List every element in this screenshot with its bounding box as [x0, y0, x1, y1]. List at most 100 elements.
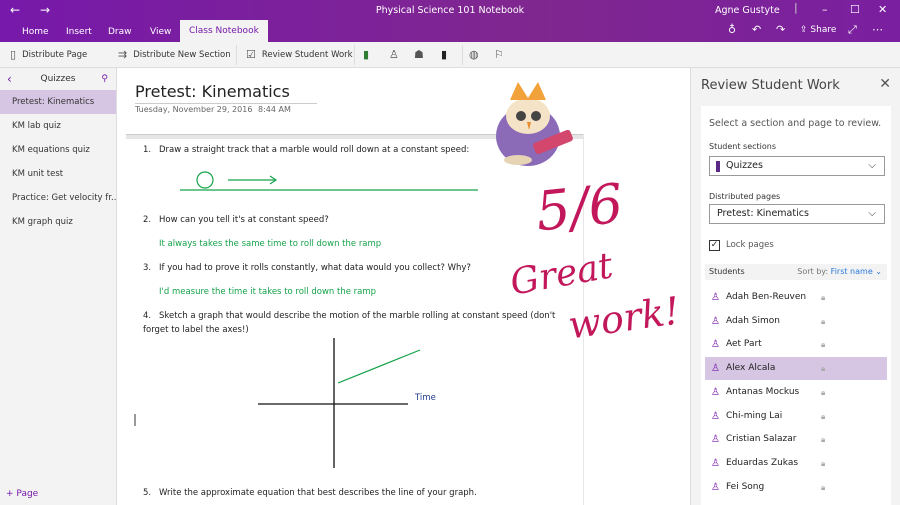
globe-button[interactable]: ◍: [469, 48, 479, 61]
search-icon[interactable]: ⚲: [101, 68, 108, 90]
label: Distribute New Section: [133, 49, 231, 60]
student-item[interactable]: ♙ Fei Song 🔒︎: [705, 476, 887, 499]
student-item[interactable]: ♙ Eduardas Zukas 🔒︎: [705, 452, 887, 475]
pane-title: Review Student Work: [701, 78, 840, 93]
sort-dropdown[interactable]: Sort by: First name ⌄: [797, 264, 882, 280]
student-name: Fei Song: [726, 481, 765, 492]
student-item[interactable]: ♙ Cristian Salazar 🔒︎: [705, 428, 887, 451]
tab-insert[interactable]: Insert: [66, 22, 92, 42]
student-item[interactable]: ♙ Antanas Mockus 🔒︎: [705, 381, 887, 404]
lock-icon[interactable]: 🔒︎: [821, 476, 825, 499]
student-name: Antanas Mockus: [726, 386, 800, 397]
share-icon: ⇪: [800, 25, 808, 35]
section-dropdown[interactable]: Quizzes ⌵: [709, 156, 885, 176]
lock-icon[interactable]: 🔒︎: [821, 405, 825, 428]
sections-label: Student sections: [709, 142, 777, 151]
graduation-cap-icon: ☗: [414, 48, 424, 61]
students-header: Students Sort by: First name ⌄: [705, 264, 887, 280]
review-student-work-button[interactable]: ☑ Review Student Work: [246, 48, 353, 61]
person-icon: ♙: [389, 48, 399, 61]
divider: [354, 45, 355, 65]
tab-class-notebook[interactable]: Class Notebook: [180, 20, 268, 42]
add-page-button[interactable]: + Page: [6, 489, 38, 499]
more-icon[interactable]: ⋯: [872, 23, 883, 36]
review-card: Select a section and page to review. Stu…: [701, 106, 891, 505]
page-list-pane: ‹ Quizzes ⚲ Pretest: Kinematics KM lab q…: [0, 68, 117, 505]
lock-icon[interactable]: 🔒︎: [821, 310, 825, 333]
lightbulb-icon[interactable]: ♁: [728, 23, 736, 36]
instructions: Select a section and page to review.: [709, 118, 882, 129]
page-item[interactable]: KM lab quiz: [0, 114, 116, 138]
binder-icon: ▮: [441, 48, 448, 61]
share-label: Share: [810, 25, 837, 35]
chevron-down-icon: ⌄: [875, 267, 882, 276]
ink-track-drawing: [180, 171, 478, 384]
person-icon: ♙: [711, 339, 720, 351]
student-item[interactable]: ♙ Chi-ming Lai 🔒︎: [705, 405, 887, 428]
student-button[interactable]: ♙: [389, 48, 399, 61]
page-item[interactable]: Pretest: Kinematics: [0, 90, 116, 114]
lock-icon[interactable]: 🔒︎: [821, 381, 825, 404]
minimize-icon[interactable]: –: [822, 3, 828, 16]
redo-icon[interactable]: ↷: [776, 23, 785, 36]
student-item[interactable]: ♙ Adah Simon 🔒︎: [705, 310, 887, 333]
student-name: Cristian Salazar: [726, 434, 797, 445]
lock-icon[interactable]: 🔒︎: [821, 428, 825, 451]
student-name: Adah Simon: [726, 315, 780, 326]
person-icon: ♙: [711, 315, 720, 327]
section-header: ‹ Quizzes ⚲: [0, 68, 116, 90]
page-value: Pretest: Kinematics: [717, 208, 809, 219]
mascot-illustration: [496, 82, 573, 166]
tab-home[interactable]: Home: [22, 22, 49, 42]
close-pane-icon[interactable]: ✕: [879, 76, 891, 92]
notebook-dark-button[interactable]: ▮: [441, 48, 447, 61]
label: Distribute Page: [22, 49, 88, 60]
tab-view[interactable]: View: [150, 22, 171, 42]
page-item[interactable]: Practice: Get velocity fr...: [0, 186, 116, 210]
notebook-icon: ▮: [363, 48, 370, 61]
lock-pages-label: Lock pages: [726, 240, 774, 250]
chevron-down-icon: ⌵: [868, 208, 876, 219]
student-name: Aet Part: [726, 339, 762, 350]
student-item[interactable]: ♙ Alex Alcala 🔒︎: [705, 357, 887, 381]
teacher-button[interactable]: ☗: [414, 48, 424, 61]
student-item[interactable]: ♙ Aet Part 🔒︎: [705, 333, 887, 356]
lock-icon[interactable]: 🔒︎: [821, 286, 825, 309]
lock-icon[interactable]: 🔒︎: [821, 333, 825, 356]
lock-icon[interactable]: 🔒︎: [821, 357, 825, 380]
close-window-icon[interactable]: ✕: [878, 3, 887, 16]
chevron-down-icon: ⌵: [868, 160, 876, 171]
distribute-page-button[interactable]: ▯ Distribute Page: [10, 48, 87, 61]
page-canvas[interactable]: Pretest: Kinematics Tuesday, November 29…: [118, 68, 690, 505]
feedback-button[interactable]: ⚐: [494, 48, 504, 61]
share-button[interactable]: ⇪ Share: [800, 25, 836, 35]
person-icon: ♙: [711, 410, 720, 422]
back-chevron-icon[interactable]: ‹: [7, 68, 12, 90]
distribute-section-icon: ⇉: [118, 48, 128, 61]
distribute-section-button[interactable]: ⇉ Distribute New Section: [118, 48, 231, 61]
undo-icon[interactable]: ↶: [752, 23, 761, 36]
page-item[interactable]: KM graph quiz: [0, 210, 116, 234]
student-name: Alex Alcala: [726, 363, 776, 374]
lock-pages-checkbox[interactable]: ✓: [709, 240, 720, 251]
fullscreen-icon[interactable]: ⤢: [848, 23, 857, 37]
tab-draw[interactable]: Draw: [108, 22, 132, 42]
page-item[interactable]: KM unit test: [0, 162, 116, 186]
ink-score: 5/6: [532, 171, 626, 244]
page-dropdown[interactable]: Pretest: Kinematics ⌵: [709, 204, 885, 224]
review-icon: ☑: [246, 48, 256, 61]
maximize-icon[interactable]: ☐: [850, 3, 860, 16]
globe-icon: ◍: [469, 48, 479, 61]
person-icon: ♙: [711, 434, 720, 446]
student-item[interactable]: ♙ Adah Ben-Reuven 🔒︎: [705, 286, 887, 309]
student-name: Chi-ming Lai: [726, 410, 783, 421]
notebook-button[interactable]: ▮: [363, 48, 369, 61]
page-item[interactable]: KM equations quiz: [0, 138, 116, 162]
label: Page: [16, 489, 39, 499]
person-icon: ♙: [711, 386, 720, 398]
graph-axes: [258, 338, 408, 468]
ink-graph-line: [337, 349, 421, 384]
lock-icon[interactable]: 🔒︎: [821, 452, 825, 475]
student-name: Eduardas Zukas: [726, 457, 799, 468]
user-name[interactable]: Agne Gustyte: [715, 5, 780, 16]
